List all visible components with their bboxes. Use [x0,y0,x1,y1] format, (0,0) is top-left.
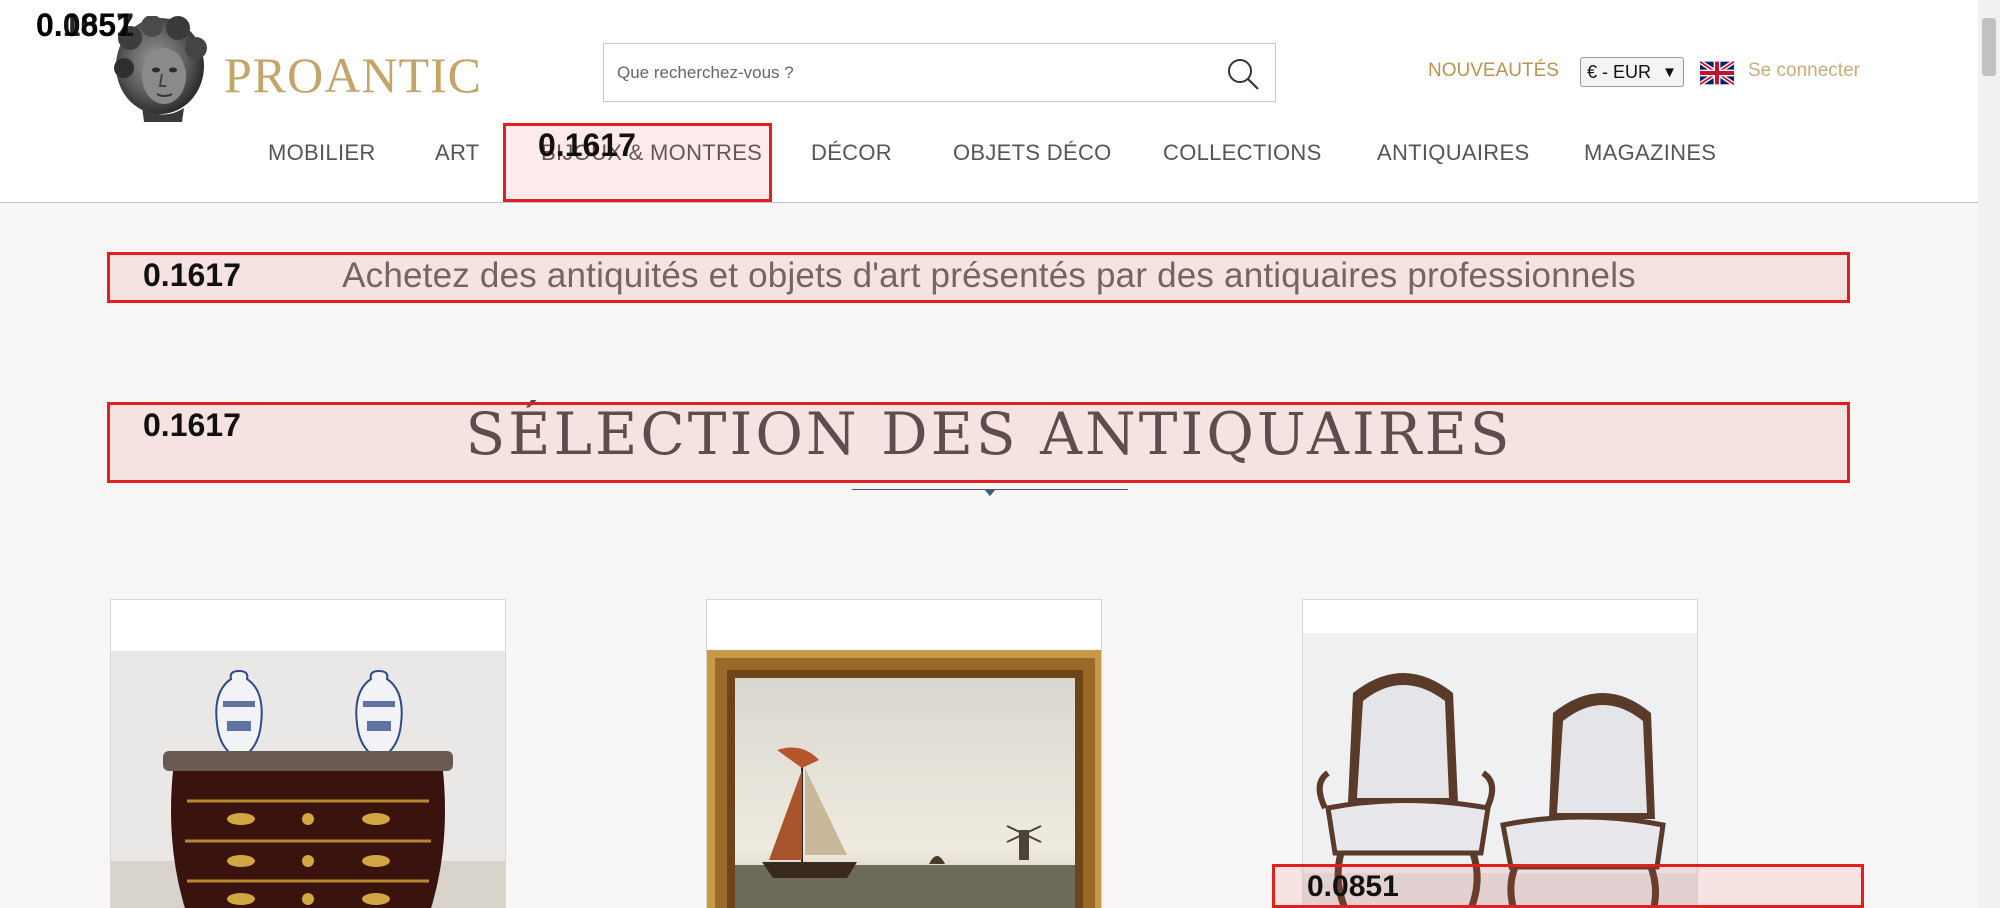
chevron-down-icon: ▼ [1662,64,1677,81]
nav-item-antiquaires[interactable]: ANTIQUAIRES [1377,140,1529,166]
caret-down-icon [984,489,996,496]
scrollbar-thumb[interactable] [1982,18,1996,76]
overlay-label-title: 0.1617 [143,407,241,443]
overlay-label-card: 0.0851 [1307,870,1399,903]
overlay-box-title [107,402,1850,483]
nav-item-decor[interactable]: DÉCOR [811,140,892,166]
overlay-label-top-left-a: 0.1657 [36,7,134,43]
product-card-commode[interactable] [110,599,506,908]
nav-item-magazines[interactable]: MAGAZINES [1584,140,1716,166]
product-card-armchairs[interactable] [1302,599,1698,908]
search-bar [603,43,1276,102]
overlay-label-nav: 0.1617 [538,127,636,163]
overlay-box-tagline [107,252,1850,303]
search-icon[interactable] [1225,56,1261,92]
new-arrivals-link[interactable]: NOUVEAUTÉS [1428,60,1559,82]
uk-flag-icon[interactable] [1698,59,1736,87]
nav-item-art[interactable]: ART [435,140,480,166]
nav-item-objets-deco[interactable]: OBJETS DÉCO [953,140,1112,166]
main-nav: MOBILIER ART BIJOUX & MONTRES DÉCOR OBJE… [0,140,1978,180]
product-card-painting[interactable] [706,599,1102,908]
search-input[interactable] [604,44,1204,101]
login-link[interactable]: Se connecter [1748,60,1860,82]
brand-name[interactable]: PROANTIC [224,46,482,104]
nav-item-mobilier[interactable]: MOBILIER [268,140,376,166]
commode-image [111,651,505,908]
page-scrollbar[interactable] [1978,0,2000,908]
nav-item-collections[interactable]: COLLECTIONS [1163,140,1322,166]
currency-value: € - EUR [1587,62,1652,82]
overlay-label-tagline: 0.1617 [143,257,241,293]
painting-image [707,650,1101,908]
currency-select[interactable]: € - EUR ▼ [1580,57,1684,87]
site-header: PROANTIC NOUVEAUTÉS € - EUR ▼ Se connect… [0,0,1978,203]
